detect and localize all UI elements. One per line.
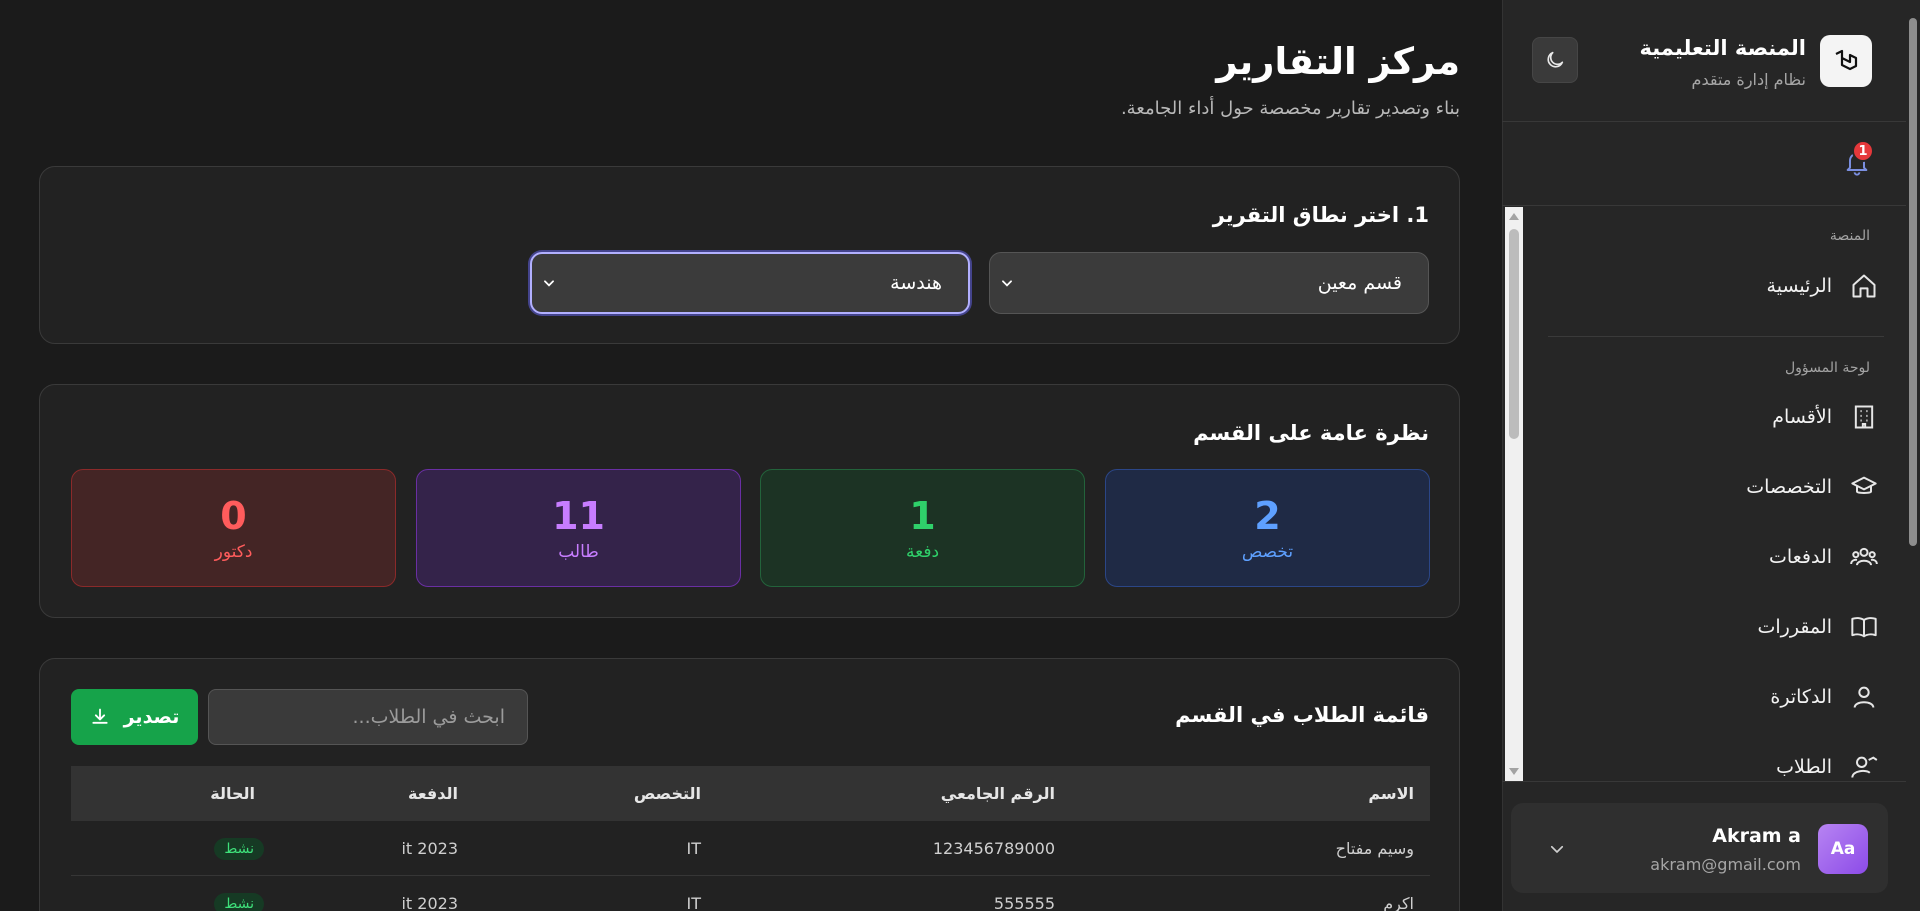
- sidebar-item-label: التخصصات: [1746, 476, 1832, 498]
- theme-toggle-button[interactable]: [1532, 37, 1578, 83]
- overview-title: نظرة عامة على القسم: [1193, 421, 1429, 445]
- stat-label: دفعة: [906, 542, 940, 562]
- status-badge-cell: نشط: [214, 876, 264, 911]
- sidebar-item-label: الرئيسية: [1766, 275, 1832, 297]
- stat-label: تخصص: [1241, 542, 1294, 562]
- scope-title: 1. اختر نطاق التقرير: [1212, 203, 1429, 227]
- students-title: قائمة الطلاب في القسم: [1175, 703, 1429, 727]
- department-select-value: هندسة: [890, 272, 942, 294]
- users-group-icon: [1848, 541, 1880, 573]
- chevron-down-icon: [996, 272, 1018, 294]
- brand-logo-icon[interactable]: [1820, 35, 1872, 87]
- stat-value: 2: [1254, 494, 1281, 538]
- sidebar-item-courses[interactable]: المقررات: [1550, 603, 1880, 651]
- scope-select-value: قسم معين: [1317, 272, 1402, 294]
- export-button[interactable]: تصدير: [71, 689, 198, 745]
- sidebar-item-home[interactable]: الرئيسية: [1550, 262, 1880, 310]
- section-label-admin: لوحة المسؤول: [1784, 360, 1870, 376]
- moon-icon: [1547, 51, 1564, 68]
- user-icon: [1848, 681, 1880, 713]
- status-badge: نشط: [214, 892, 264, 911]
- sidebar-item-batches[interactable]: الدفعات: [1550, 533, 1880, 581]
- chevron-down-icon[interactable]: [1544, 836, 1570, 862]
- scroll-down-arrow-icon[interactable]: [1509, 768, 1519, 775]
- table-row[interactable]: اكرم 555555 IT it 2023 نشط: [71, 876, 1430, 911]
- table-header: الاسم الرقم الجامعي التخصص الدفعة الحالة: [71, 766, 1430, 821]
- stat-card-students: 11 طالب: [416, 469, 741, 587]
- sidebar-item-label: الطلاب: [1776, 756, 1832, 778]
- brand-title: المنصة التعليمية: [1639, 36, 1806, 60]
- status-badge: نشط: [214, 837, 264, 860]
- scrollbar-thumb[interactable]: [1509, 229, 1519, 439]
- stat-card-batches: 1 دفعة: [760, 469, 1085, 587]
- cell-id: 555555: [993, 894, 1055, 911]
- report-scope-card: 1. اختر نطاق التقرير قسم معين هندسة: [39, 166, 1460, 344]
- book-icon: [1848, 611, 1880, 643]
- cell-name: وسيم مفتاح: [1335, 839, 1414, 858]
- stat-value: 1: [909, 494, 936, 538]
- page-scrollbar[interactable]: [1906, 0, 1920, 911]
- sidebar-divider: [1548, 336, 1884, 337]
- cell-name: اكرم: [1383, 894, 1414, 911]
- stat-label: دكتور: [214, 542, 253, 562]
- user-email: akram@gmail.com: [1650, 855, 1801, 874]
- students-icon: [1848, 751, 1880, 783]
- column-header-status[interactable]: الحالة: [210, 766, 255, 821]
- column-header-major[interactable]: التخصص: [634, 766, 701, 821]
- students-search-input[interactable]: [208, 689, 528, 745]
- status-badge-cell: نشط: [214, 821, 264, 876]
- avatar[interactable]: Aa: [1818, 824, 1868, 874]
- stat-card-majors: 2 تخصص: [1105, 469, 1430, 587]
- sidebar-scrollbar[interactable]: [1505, 207, 1523, 781]
- sidebar-item-label: الأقسام: [1772, 406, 1832, 428]
- export-label: تصدير: [123, 706, 180, 728]
- column-header-batch[interactable]: الدفعة: [408, 766, 458, 821]
- column-header-id[interactable]: الرقم الجامعي: [941, 766, 1055, 821]
- notification-count-badge: 1: [1852, 140, 1874, 162]
- page-title: مركز التقارير: [1216, 40, 1460, 83]
- building-icon: [1848, 401, 1880, 433]
- home-icon: [1848, 270, 1880, 302]
- table-row[interactable]: وسيم مفتاح 123456789000 IT it 2023 نشط: [71, 821, 1430, 876]
- user-name: Akram a: [1712, 825, 1801, 847]
- section-label-platform: المنصة: [1829, 228, 1870, 244]
- scroll-up-arrow-icon[interactable]: [1509, 213, 1519, 220]
- cell-batch: it 2023: [401, 894, 458, 911]
- brand-subtitle: نظام إدارة متقدم: [1691, 70, 1806, 89]
- students-table: الاسم الرقم الجامعي التخصص الدفعة الحالة…: [71, 766, 1430, 911]
- stat-card-doctors: 0 دكتور: [71, 469, 396, 587]
- download-icon: [92, 708, 108, 724]
- department-select[interactable]: هندسة: [530, 252, 970, 314]
- cell-batch: it 2023: [401, 839, 458, 858]
- sidebar-item-label: الدكاترة: [1770, 686, 1832, 708]
- stat-label: طالب: [558, 542, 599, 562]
- sidebar-item-majors[interactable]: التخصصات: [1550, 463, 1880, 511]
- sidebar-item-label: الدفعات: [1769, 546, 1832, 568]
- stat-value: 11: [552, 494, 605, 538]
- cell-id: 123456789000: [932, 839, 1055, 858]
- page-scrollbar-thumb[interactable]: [1909, 18, 1917, 546]
- page-subtitle: بناء وتصدير تقارير مخصصة حول أداء الجامع…: [1120, 98, 1460, 119]
- scope-select[interactable]: قسم معين: [989, 252, 1429, 314]
- chevron-down-icon: [538, 272, 560, 294]
- cell-major: IT: [686, 894, 702, 911]
- sidebar-item-doctors[interactable]: الدكاترة: [1550, 673, 1880, 721]
- sidebar-item-label: المقررات: [1757, 616, 1833, 638]
- stat-value: 0: [220, 494, 247, 538]
- cell-major: IT: [686, 839, 702, 858]
- sidebar-item-departments[interactable]: الأقسام: [1550, 393, 1880, 441]
- graduation-cap-icon: [1848, 471, 1880, 503]
- column-header-name[interactable]: الاسم: [1368, 766, 1414, 821]
